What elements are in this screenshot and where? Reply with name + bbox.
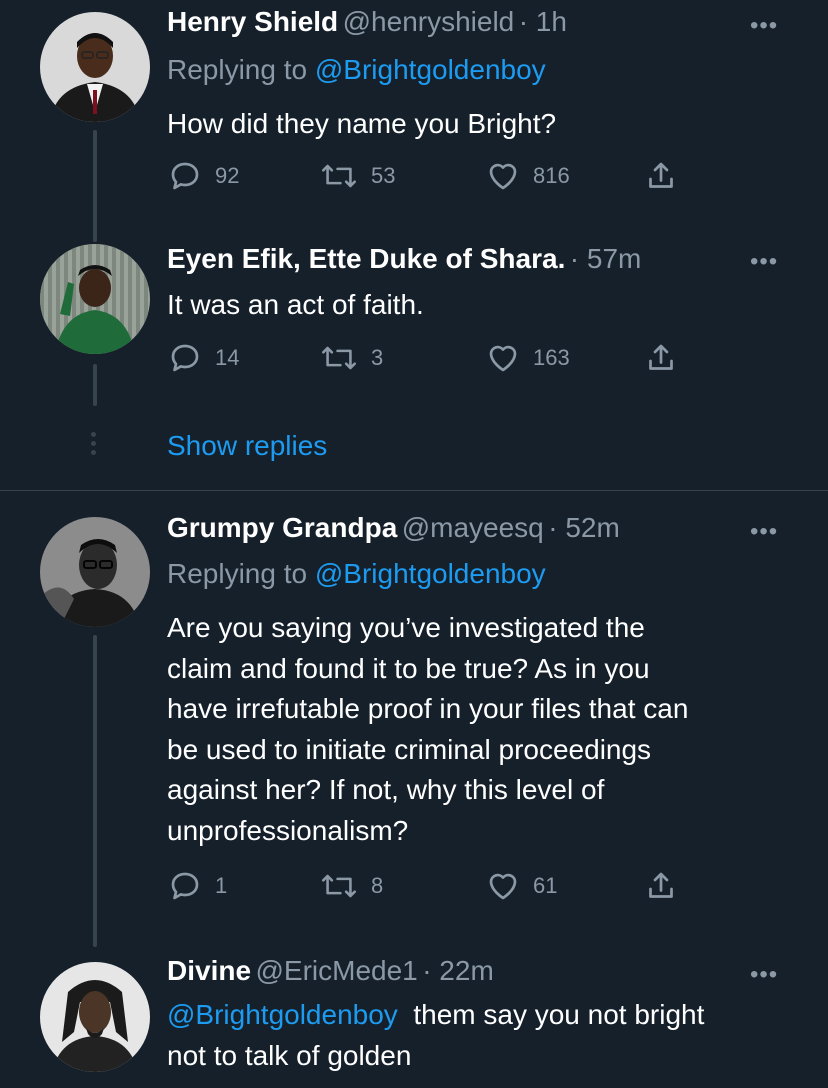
show-replies-link[interactable]: Show replies <box>167 430 327 462</box>
retweet-button[interactable]: 3 <box>319 340 383 376</box>
tweet-header: Grumpy Grandpa @mayeesq · 52m <box>167 512 620 544</box>
like-count: 61 <box>533 873 558 898</box>
timestamp[interactable]: · 52m <box>548 512 620 543</box>
reply-count: 1 <box>215 873 228 898</box>
share-icon <box>649 344 673 370</box>
retweet-count: 53 <box>371 163 396 188</box>
mention-link[interactable]: @Brightgoldenboy <box>315 54 546 85</box>
tweet-header: Henry Shield @henryshield · 1h <box>167 6 567 38</box>
display-name[interactable]: Henry Shield <box>167 6 338 37</box>
reply-count: 92 <box>215 163 240 188</box>
reply-icon <box>171 872 199 900</box>
user-handle[interactable]: @henryshield <box>343 6 515 37</box>
reply-button[interactable]: 1 <box>167 868 227 904</box>
avatar[interactable] <box>40 962 150 1072</box>
display-name[interactable]: Grumpy Grandpa <box>167 512 397 543</box>
like-button[interactable]: 61 <box>485 868 557 904</box>
display-name[interactable]: Eyen Efik, Ette Duke of Shara. <box>167 243 565 274</box>
reply-count: 14 <box>215 345 240 370</box>
tweet-text: It was an act of faith. <box>167 289 424 320</box>
avatar[interactable] <box>40 244 150 354</box>
user-handle[interactable]: @mayeesq <box>402 512 544 543</box>
mention-link[interactable]: @Brightgoldenboy <box>167 999 398 1030</box>
thread-line <box>93 130 97 242</box>
user-handle[interactable]: @EricMede1 <box>255 955 417 986</box>
avatar[interactable] <box>40 517 150 627</box>
thread-dots <box>91 432 96 459</box>
share-button[interactable] <box>643 868 679 904</box>
text-line: be used to initiate criminal proceedings <box>167 733 652 765</box>
mention-link[interactable]: @Brightgoldenboy <box>315 558 546 589</box>
share-button[interactable] <box>643 340 679 376</box>
thread-line <box>93 635 97 947</box>
retweet-icon <box>322 874 356 898</box>
replying-to: Replying to @Brightgoldenboy <box>167 54 546 85</box>
more-icon[interactable]: ••• <box>750 12 778 40</box>
retweet-button[interactable]: 53 <box>319 158 395 194</box>
more-icon[interactable]: ••• <box>750 518 778 546</box>
reply-button[interactable]: 92 <box>167 158 239 194</box>
more-icon[interactable]: ••• <box>750 248 778 276</box>
text-line: against her? If not, why this level of <box>167 774 605 805</box>
retweet-button[interactable]: 8 <box>319 868 383 904</box>
like-count: 816 <box>533 163 570 188</box>
thread-line <box>93 364 97 406</box>
retweet-count: 3 <box>371 345 384 370</box>
avatar[interactable] <box>40 12 150 122</box>
reply-icon <box>171 344 199 372</box>
like-count: 163 <box>533 345 570 370</box>
share-icon <box>649 872 673 898</box>
text-line: have irrefutable proof in your files tha… <box>167 693 689 724</box>
timestamp[interactable]: · 22m <box>422 955 494 986</box>
like-button[interactable]: 816 <box>485 158 570 194</box>
retweet-count: 8 <box>371 873 384 898</box>
divider <box>0 490 828 491</box>
display-name[interactable]: Divine <box>167 955 251 986</box>
text-line: Are you saying you’ve investigated the <box>167 612 645 643</box>
like-icon <box>489 873 517 900</box>
timestamp[interactable]: · 57m <box>570 243 642 274</box>
text-line: not to talk of golden <box>167 1039 412 1071</box>
action-bar: 1 8 61 <box>167 868 687 908</box>
tweet-text: Are you saying you’ve investigated the c… <box>167 608 787 851</box>
tweet-header: Divine @EricMede1 · 22m <box>167 955 494 987</box>
tweet-text: @Brightgoldenboy them say you not bright… <box>167 995 807 1076</box>
share-icon <box>649 162 673 188</box>
reply-button[interactable]: 14 <box>167 340 239 376</box>
text-line: claim and found it to be true? As in you <box>167 652 650 684</box>
like-icon <box>489 345 517 372</box>
share-button[interactable] <box>643 158 679 194</box>
more-icon[interactable]: ••• <box>750 961 778 989</box>
text-line: unprofessionalism? <box>167 814 409 846</box>
retweet-icon <box>322 164 356 188</box>
like-icon <box>489 163 517 190</box>
retweet-icon <box>322 346 356 370</box>
replying-to: Replying to @Brightgoldenboy <box>167 558 546 589</box>
timestamp[interactable]: · 1h <box>519 6 567 37</box>
like-button[interactable]: 163 <box>485 340 570 376</box>
reply-icon <box>171 162 199 190</box>
tweet-header: Eyen Efik, Ette Duke of Shara. · 57m <box>167 243 641 275</box>
action-bar: 14 3 163 <box>167 340 687 380</box>
action-bar: 92 53 816 <box>167 158 687 198</box>
tweet-text: How did they name you Bright? <box>167 108 557 139</box>
